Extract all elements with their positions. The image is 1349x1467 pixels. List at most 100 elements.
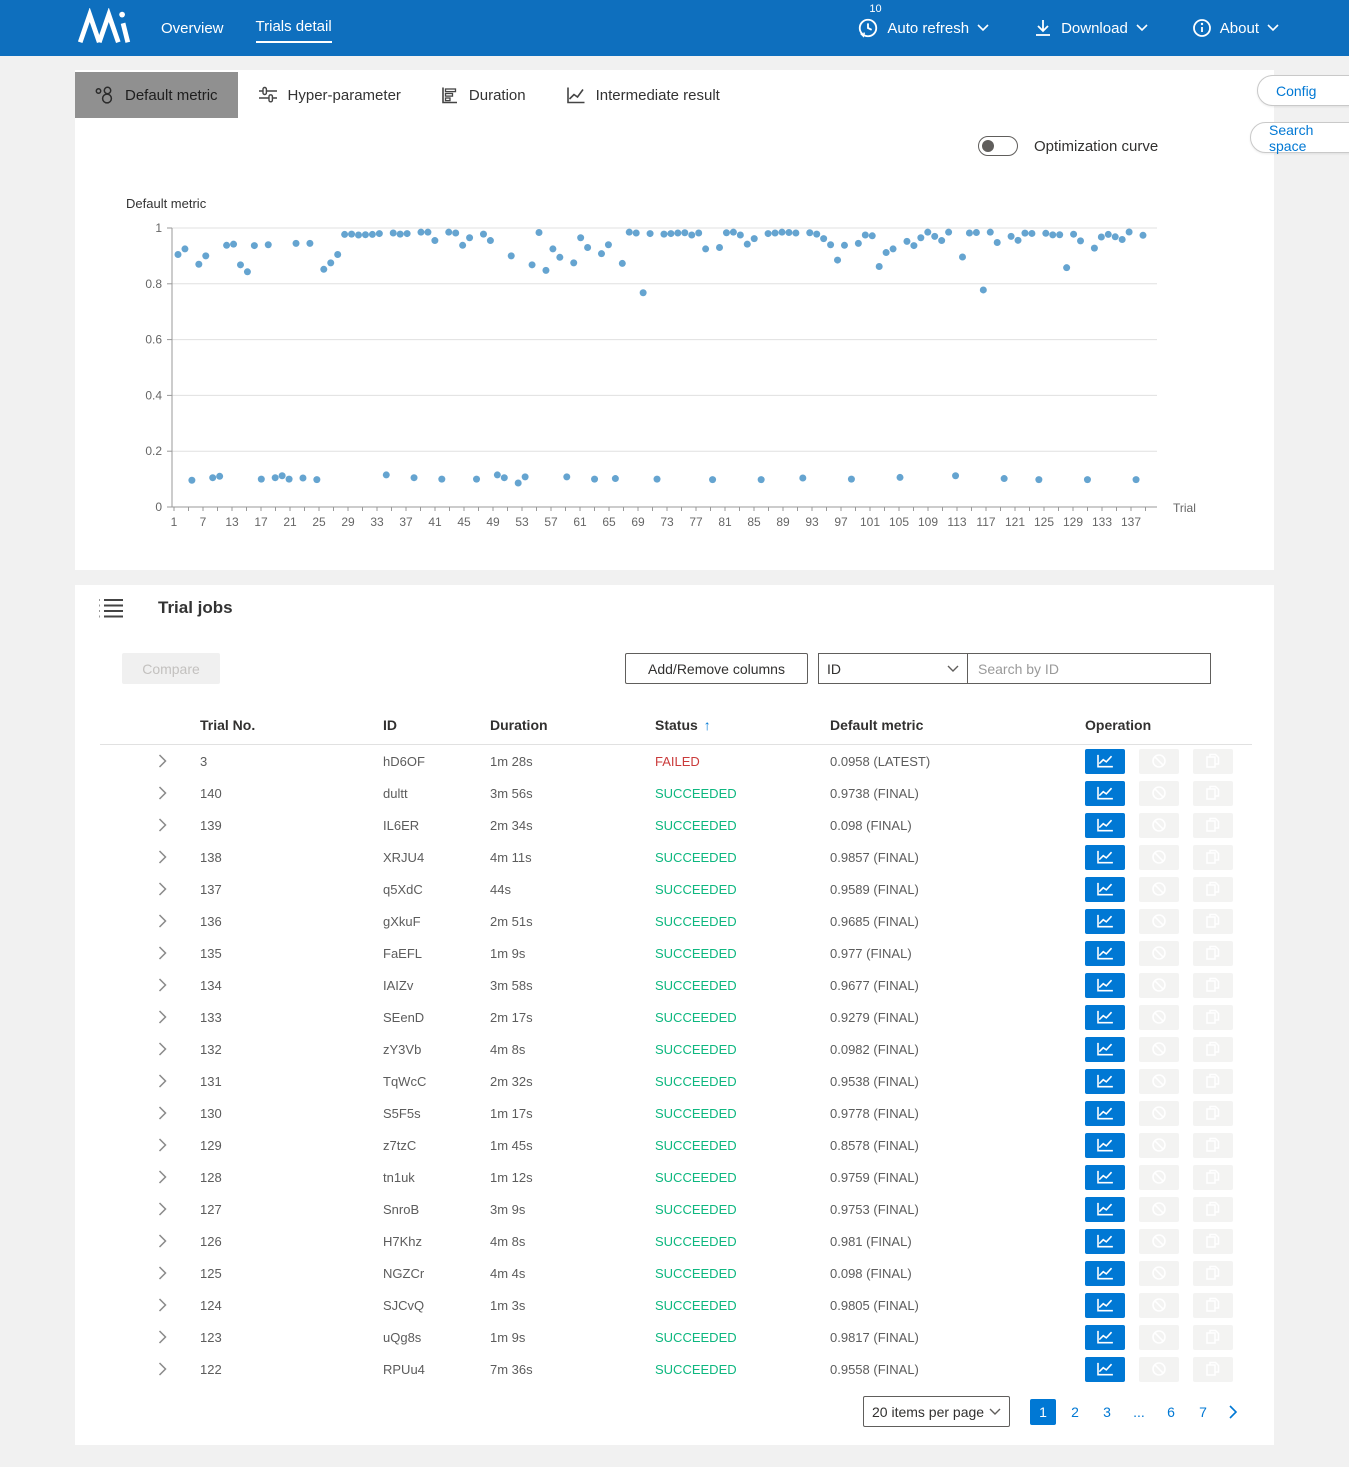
scatter-point[interactable] (903, 238, 910, 245)
scatter-point[interactable] (848, 476, 855, 483)
scatter-point[interactable] (799, 474, 806, 481)
expand-row-chevron[interactable] (158, 1362, 167, 1376)
scatter-point[interactable] (230, 241, 237, 248)
page-button-2[interactable]: 2 (1062, 1399, 1088, 1425)
scatter-point[interactable] (1070, 231, 1077, 238)
scatter-point[interactable] (584, 244, 591, 251)
scatter-point[interactable] (570, 259, 577, 266)
scatter-point[interactable] (647, 230, 654, 237)
scatter-point[interactable] (994, 239, 1001, 246)
items-per-page-select[interactable]: 20 items per page (863, 1396, 1010, 1427)
scatter-point[interactable] (1028, 230, 1035, 237)
scatter-point[interactable] (293, 240, 300, 247)
scatter-point[interactable] (938, 237, 945, 244)
scatter-point[interactable] (383, 471, 390, 478)
kill-job-button[interactable] (1139, 1037, 1179, 1062)
copy-parameters-button[interactable] (1193, 1357, 1233, 1382)
scatter-point[interactable] (688, 231, 695, 238)
scatter-point[interactable] (660, 231, 667, 238)
copy-parameters-button[interactable] (1193, 813, 1233, 838)
copy-parameters-button[interactable] (1193, 1037, 1233, 1062)
scatter-point[interactable] (542, 267, 549, 274)
scatter-point[interactable] (1042, 230, 1049, 237)
scatter-point[interactable] (369, 231, 376, 238)
expand-row-chevron[interactable] (158, 1202, 167, 1216)
tab-duration[interactable]: Duration (421, 72, 546, 118)
page-button-7[interactable]: 7 (1190, 1399, 1216, 1425)
copy-parameters-button[interactable] (1193, 1005, 1233, 1030)
scatter-point[interactable] (438, 476, 445, 483)
scatter-point[interactable] (820, 235, 827, 242)
scatter-point[interactable] (563, 473, 570, 480)
scatter-point[interactable] (1063, 264, 1070, 271)
scatter-point[interactable] (987, 229, 994, 236)
copy-parameters-button[interactable] (1193, 973, 1233, 998)
scatter-point[interactable] (626, 229, 633, 236)
show-intermediate-result-button[interactable] (1085, 973, 1125, 998)
scatter-point[interactable] (702, 245, 709, 252)
scatter-point[interactable] (959, 254, 966, 261)
kill-job-button[interactable] (1139, 1133, 1179, 1158)
scatter-point[interactable] (487, 237, 494, 244)
auto-refresh-menu[interactable]: 10 Auto refresh (857, 17, 989, 39)
expand-row-chevron[interactable] (158, 1234, 167, 1248)
show-intermediate-result-button[interactable] (1085, 1037, 1125, 1062)
scatter-point[interactable] (1098, 234, 1105, 241)
nav-trials-detail[interactable]: Trials detail (256, 14, 332, 43)
show-intermediate-result-button[interactable] (1085, 749, 1125, 774)
scatter-point[interactable] (1008, 233, 1015, 240)
scatter-point[interactable] (272, 474, 279, 481)
expand-row-chevron[interactable] (158, 1266, 167, 1280)
expand-row-chevron[interactable] (158, 882, 167, 896)
kill-job-button[interactable] (1139, 1357, 1179, 1382)
scatter-point[interactable] (695, 230, 702, 237)
kill-job-button[interactable] (1139, 1293, 1179, 1318)
scatter-point[interactable] (598, 250, 605, 257)
copy-parameters-button[interactable] (1193, 1261, 1233, 1286)
scatter-point[interactable] (452, 230, 459, 237)
scatter-point[interactable] (549, 245, 556, 252)
scatter-point[interactable] (216, 473, 223, 480)
show-intermediate-result-button[interactable] (1085, 1133, 1125, 1158)
copy-parameters-button[interactable] (1193, 1133, 1233, 1158)
scatter-point[interactable] (834, 257, 841, 264)
scatter-point[interactable] (1084, 476, 1091, 483)
scatter-point[interactable] (709, 476, 716, 483)
scatter-point[interactable] (209, 474, 216, 481)
show-intermediate-result-button[interactable] (1085, 941, 1125, 966)
scatter-point[interactable] (730, 229, 737, 236)
scatter-point[interactable] (522, 473, 529, 480)
scatter-point[interactable] (876, 263, 883, 270)
scatter-point[interactable] (1119, 236, 1126, 243)
show-intermediate-result-button[interactable] (1085, 1229, 1125, 1254)
scatter-point[interactable] (556, 254, 563, 261)
kill-job-button[interactable] (1139, 1069, 1179, 1094)
kill-job-button[interactable] (1139, 1005, 1179, 1030)
scatter-point[interactable] (1015, 237, 1022, 244)
scatter-point[interactable] (411, 474, 418, 481)
scatter-point[interactable] (501, 474, 508, 481)
scatter-point[interactable] (1035, 476, 1042, 483)
scatter-point[interactable] (952, 472, 959, 479)
scatter-point[interactable] (591, 476, 598, 483)
show-intermediate-result-button[interactable] (1085, 877, 1125, 902)
kill-job-button[interactable] (1139, 781, 1179, 806)
copy-parameters-button[interactable] (1193, 1069, 1233, 1094)
filter-field-select[interactable]: ID (818, 653, 968, 684)
scatter-point[interactable] (1021, 230, 1028, 237)
compare-button[interactable]: Compare (122, 653, 220, 684)
scatter-point[interactable] (341, 231, 348, 238)
search-input[interactable] (968, 654, 1210, 683)
scatter-point[interactable] (910, 242, 917, 249)
scatter-point[interactable] (890, 245, 897, 252)
scatter-point[interactable] (723, 229, 730, 236)
scatter-point[interactable] (529, 261, 536, 268)
scatter-point[interactable] (869, 232, 876, 239)
show-intermediate-result-button[interactable] (1085, 1261, 1125, 1286)
scatter-point[interactable] (404, 230, 411, 237)
scatter-point[interactable] (674, 230, 681, 237)
scatter-point[interactable] (1112, 233, 1119, 240)
nav-overview[interactable]: Overview (161, 16, 224, 41)
scatter-point[interactable] (917, 234, 924, 241)
tab-intermediate-result[interactable]: Intermediate result (546, 72, 740, 118)
